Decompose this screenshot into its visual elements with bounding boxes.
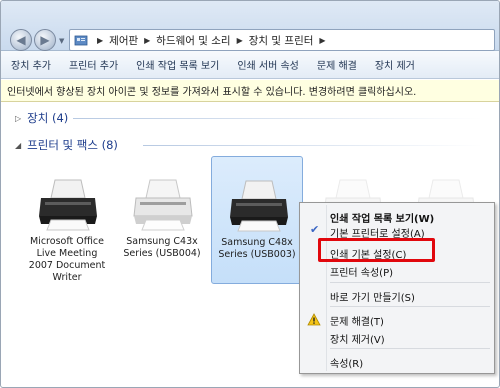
printer-label-line: Samsung C48x (221, 237, 293, 248)
back-button[interactable]: ◀ (10, 29, 32, 51)
recent-pages-dropdown-icon[interactable]: ▼ (59, 37, 64, 45)
troubleshoot-button[interactable]: 문제 해결 (309, 57, 365, 72)
annotation-highlight-box (318, 238, 435, 262)
printer-label-line: 2007 Document (28, 260, 106, 271)
menu-item-properties[interactable]: 속성(R) (330, 355, 363, 370)
menu-separator (330, 306, 490, 307)
address-field[interactable]: ▶ 제어판 ▶ 하드웨어 및 소리 ▶ 장치 및 프린터 ▶ (69, 29, 495, 51)
address-bar-area: ◀ ▶ ▼ ▶ 제어판 ▶ 하드웨어 및 소리 ▶ 장치 및 프린터 ▶ (1, 1, 499, 51)
printer-icon (230, 180, 288, 232)
chevron-right-icon[interactable]: ▶ (97, 36, 103, 45)
menu-item-create-shortcut[interactable]: 바로 가기 만들기(S) (330, 289, 415, 304)
add-device-button[interactable]: 장치 추가 (3, 57, 59, 72)
group-printers[interactable]: ◢ 프린터 및 팩스 (8) (15, 137, 118, 153)
menu-separator (330, 348, 490, 349)
remove-device-button[interactable]: 장치 제거 (367, 57, 423, 72)
printer-icon (39, 179, 97, 231)
warning-icon (307, 313, 321, 326)
menu-separator (330, 282, 490, 283)
see-print-queue-button[interactable]: 인쇄 작업 목록 보기 (128, 57, 227, 72)
collapse-arrow-icon[interactable]: ◢ (15, 141, 21, 150)
printer-tile-selected[interactable]: Samsung C48x Series (USB003) (211, 156, 303, 284)
explorer-window: ◀ ▶ ▼ ▶ 제어판 ▶ 하드웨어 및 소리 ▶ 장치 및 프린터 ▶ 장치 … (0, 0, 500, 388)
printer-label-line: Series (USB003) (218, 249, 296, 260)
group-devices[interactable]: ▷ 장치 (4) (15, 110, 68, 126)
menu-item-printer-properties[interactable]: 프린터 속성(P) (330, 264, 393, 279)
group-devices-label: 장치 (4) (27, 111, 69, 125)
printer-icon (133, 179, 193, 231)
command-toolbar: 장치 추가 프린터 추가 인쇄 작업 목록 보기 인쇄 서버 속성 문제 해결 … (1, 51, 499, 79)
chevron-right-icon[interactable]: ▶ (319, 36, 325, 45)
menu-gutter (326, 205, 327, 371)
printer-label-line: Series (USB004) (123, 248, 201, 259)
menu-item-troubleshoot[interactable]: 문제 해결(T) (330, 313, 384, 328)
forward-button[interactable]: ▶ (34, 29, 56, 51)
menu-item-see-print-queue[interactable]: 인쇄 작업 목록 보기(W) (330, 210, 434, 225)
group-divider (143, 145, 483, 146)
printer-label: Microsoft Office Live Meeting 2007 Docum… (21, 236, 113, 284)
breadcrumb: ▶ 제어판 ▶ 하드웨어 및 소리 ▶ 장치 및 프린터 ▶ (91, 33, 332, 48)
breadcrumb-control-panel[interactable]: 제어판 (109, 33, 138, 48)
chevron-right-icon[interactable]: ▶ (144, 36, 150, 45)
info-bar[interactable]: 인터넷에서 향상된 장치 아이콘 및 정보를 가져와서 표시할 수 있습니다. … (1, 80, 499, 102)
printer-tile[interactable]: Samsung C43x Series (USB004) (116, 156, 208, 284)
print-server-properties-button[interactable]: 인쇄 서버 속성 (229, 57, 307, 72)
info-bar-text: 인터넷에서 향상된 장치 아이콘 및 정보를 가져와서 표시할 수 있습니다. … (7, 87, 417, 98)
printer-tile[interactable]: Microsoft Office Live Meeting 2007 Docum… (21, 156, 113, 284)
checkmark-icon: ✔ (310, 223, 320, 236)
printer-label: Samsung C48x Series (USB003) (212, 237, 302, 261)
printer-label-line: Writer (52, 272, 82, 283)
breadcrumb-devices-printers[interactable]: 장치 및 프린터 (249, 33, 314, 48)
printer-label: Samsung C43x Series (USB004) (116, 236, 208, 260)
control-panel-icon (74, 33, 88, 47)
menu-item-remove-device[interactable]: 장치 제거(V) (330, 331, 385, 346)
printer-label-line: Live Meeting (36, 248, 98, 259)
chevron-right-icon[interactable]: ▶ (237, 36, 243, 45)
group-printers-label: 프린터 및 팩스 (8) (27, 138, 118, 152)
context-menu: 인쇄 작업 목록 보기(W) ✔ 기본 프린터로 설정(A) 인쇄 기본 설정(… (299, 202, 495, 374)
printer-label-line: Samsung C43x (126, 236, 198, 247)
group-divider (73, 118, 483, 119)
add-printer-button[interactable]: 프린터 추가 (61, 57, 126, 72)
expand-arrow-icon[interactable]: ▷ (15, 114, 21, 123)
breadcrumb-hardware-sound[interactable]: 하드웨어 및 소리 (156, 33, 230, 48)
printer-label-line: Microsoft Office (30, 236, 104, 247)
